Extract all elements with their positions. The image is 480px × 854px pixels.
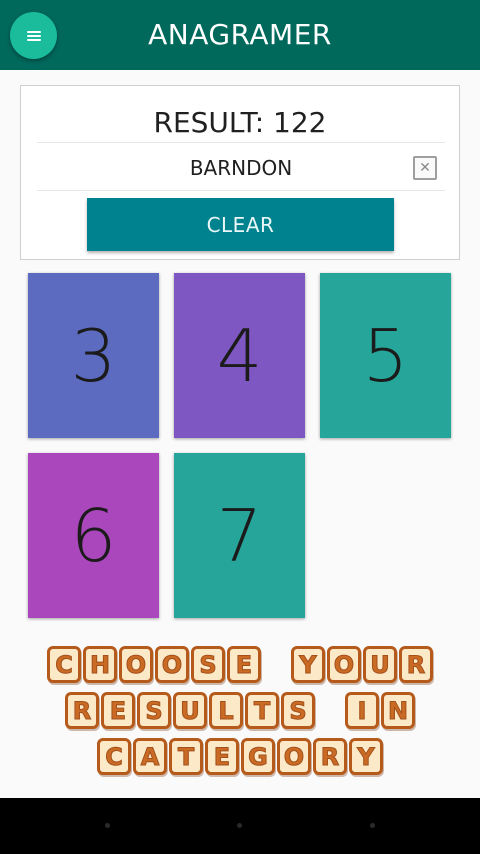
letter-tile: G — [241, 738, 275, 775]
nav-back-icon[interactable] — [105, 823, 110, 828]
letter-tile: O — [155, 646, 189, 683]
letter-tile: U — [173, 692, 207, 729]
nav-home-icon[interactable] — [237, 823, 242, 828]
category-tile-7[interactable]: 7 — [174, 453, 305, 618]
category-tile-4[interactable]: 4 — [174, 273, 305, 438]
letter-tile: T — [245, 692, 279, 729]
system-nav-bar — [0, 798, 480, 854]
letter-tile: L — [209, 692, 243, 729]
letter-tile: E — [205, 738, 239, 775]
category-label: 3 — [70, 313, 117, 398]
letter-tile: H — [83, 646, 117, 683]
letter-tile: S — [137, 692, 171, 729]
letter-tile: Y — [291, 646, 325, 683]
letter-tile: I — [345, 692, 379, 729]
clear-x-icon: ✕ — [419, 160, 431, 176]
letter-tile: O — [327, 646, 361, 683]
letter-tile: R — [65, 692, 99, 729]
category-label: 7 — [216, 493, 263, 578]
category-label: 4 — [216, 313, 263, 398]
banner-line: RESULTSIN — [0, 692, 480, 729]
letter-gap — [263, 646, 289, 683]
letter-tile: S — [191, 646, 225, 683]
letter-tile: S — [281, 692, 315, 729]
letter-tile: O — [277, 738, 311, 775]
letter-gap — [317, 692, 343, 729]
letter-tile: E — [227, 646, 261, 683]
app-title: ANAGRAMER — [148, 18, 332, 51]
nav-recents-icon[interactable] — [370, 823, 375, 828]
category-tile-3[interactable]: 3 — [28, 273, 159, 438]
divider — [37, 142, 445, 143]
banner-line: CATEGORY — [0, 738, 480, 775]
category-tile-6[interactable]: 6 — [28, 453, 159, 618]
letter-tile: N — [381, 692, 415, 729]
letter-tile: C — [47, 646, 81, 683]
category-tile-5[interactable]: 5 — [320, 273, 451, 438]
category-label: 6 — [70, 493, 117, 578]
letter-tile: R — [399, 646, 433, 683]
letter-tile: T — [169, 738, 203, 775]
category-label: 5 — [362, 313, 409, 398]
clear-button[interactable]: CLEAR — [87, 198, 394, 251]
result-count: RESULT: 122 — [153, 106, 327, 139]
result-card: RESULT: 122 ✕ CLEAR — [20, 85, 460, 260]
clear-input-button[interactable]: ✕ — [413, 156, 437, 180]
letter-tile: O — [119, 646, 153, 683]
letter-tile: A — [133, 738, 167, 775]
app-bar: ANAGRAMER — [0, 0, 480, 70]
letter-tile: E — [101, 692, 135, 729]
letter-tile: U — [363, 646, 397, 683]
divider — [37, 190, 445, 191]
banner-line: CHOOSEYOUR — [0, 646, 480, 683]
letter-tile: Y — [349, 738, 383, 775]
word-input[interactable] — [37, 148, 445, 188]
letter-tile: R — [313, 738, 347, 775]
word-input-container: ✕ — [37, 148, 445, 188]
letter-tile: C — [97, 738, 131, 775]
